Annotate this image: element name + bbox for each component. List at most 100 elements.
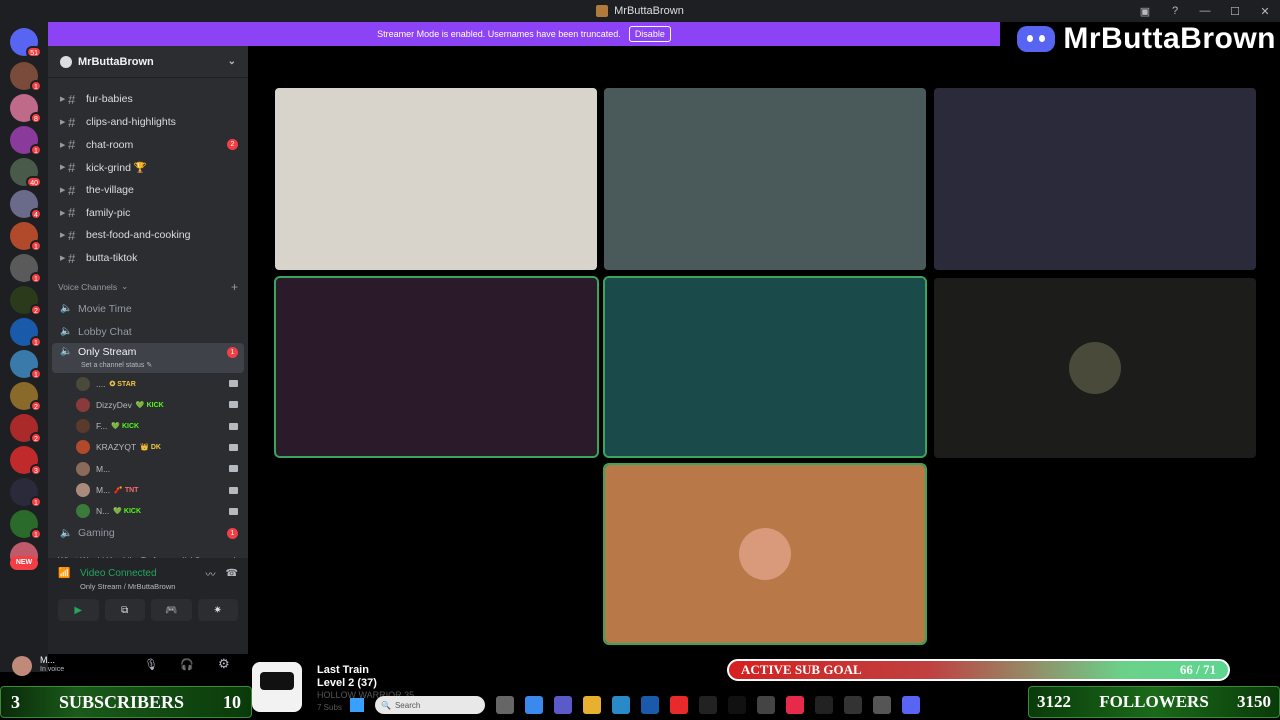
server-icon[interactable]: 8 [10,94,42,124]
minimize-button[interactable]: — [1190,5,1220,17]
server-icon[interactable]: 1 [10,222,42,252]
chevron-down-icon[interactable]: ⌄ [228,56,236,67]
video-tile[interactable] [934,278,1256,458]
voice-user[interactable]: M... [48,458,248,479]
caret-right-icon: ▶ [60,255,66,263]
windows-start-icon[interactable] [350,698,364,712]
voice-user[interactable]: N... 💚 KICK [48,501,248,522]
taskbar-app-icon[interactable] [699,696,717,714]
maximize-button[interactable]: ☐ [1220,5,1250,18]
video-tile[interactable] [274,276,599,458]
server-icon[interactable]: 1 [10,350,42,380]
text-channel[interactable]: ▶ # the-village [48,179,248,202]
text-channel[interactable]: ▶ # clips-and-highlights [48,111,248,134]
taskbar-app-icon[interactable] [641,696,659,714]
tiktok-icon[interactable] [728,696,746,714]
camera-button[interactable]: ▶ [58,599,99,621]
voice-user-name: .... [96,378,106,389]
taskbar-app-icon[interactable] [815,696,833,714]
help-icon[interactable]: ? [1160,5,1190,17]
channel-label: chat-room [86,138,134,151]
server-icon[interactable]: 1 [10,254,42,284]
video-tile[interactable] [275,88,597,270]
discord-icon[interactable] [902,696,920,714]
taskbar-app-icon[interactable] [554,696,572,714]
server-icon[interactable]: 40 [10,158,42,188]
activity-button[interactable]: 🎮 [151,599,192,621]
noise-suppression-icon[interactable]: 〰 [206,566,216,581]
server-icon[interactable]: 1 [10,478,42,508]
voice-user[interactable]: M... 🧨 TNT [48,479,248,500]
server-icon[interactable]: 4 [10,190,42,220]
voice-channel-lobby[interactable]: 🔈 Lobby Chat [48,320,248,343]
text-channel[interactable]: ▶ # butta-tiktok [48,247,248,270]
voice-user[interactable]: F... 💚 KICK [48,415,248,436]
voice-user-name: N... [96,506,110,517]
hash-icon: # [68,114,76,130]
video-icon [229,486,238,494]
headset-icon[interactable]: 🎧 [180,658,194,671]
video-tile[interactable] [603,276,927,458]
voice-user[interactable]: DizzyDev 💚 KICK [48,394,248,415]
close-button[interactable]: ✕ [1250,5,1280,18]
disconnect-icon[interactable]: ☎ [226,568,238,579]
avatar [76,504,90,519]
server-badge: 1 [30,272,42,284]
server-badge: 4 [30,208,42,220]
server-icon[interactable]: 3 [10,446,42,476]
server-icon[interactable]: 1 [10,126,42,156]
server-icon[interactable]: 2 [10,286,42,316]
server-icon[interactable]: 2 [10,382,42,412]
taskbar-app-icon[interactable] [525,696,543,714]
voice-channel-gaming[interactable]: 🔈 Gaming 1 [48,522,248,545]
user-tag: 💚 KICK [111,423,140,431]
taskbar-app-icon[interactable] [496,696,514,714]
app-root: MrButtaBrown ▣ ? — ☐ ✕ Streamer Mode is … [0,0,1280,720]
followers-goal: 3150 [1237,692,1271,711]
disable-button[interactable]: Disable [628,26,671,42]
server-icon[interactable]: 1 [10,510,42,540]
followers-current: 3122 [1037,692,1071,711]
video-tile[interactable] [934,88,1256,270]
home-button[interactable]: 51 [10,28,42,58]
server-header[interactable]: MrButtaBrown ⌄ [48,46,248,78]
taskbar-app-icon[interactable] [612,696,630,714]
voice-channel-movie[interactable]: 🔈 Movie Time [48,298,248,321]
taskbar-search[interactable]: 🔍 Search [375,696,485,714]
avatar[interactable] [12,656,32,676]
soundboard-button[interactable]: ✷ [197,599,238,621]
voice-user[interactable]: .... ✪ STAR [48,373,248,394]
mic-icon[interactable]: 🎙 [144,658,158,671]
video-tile[interactable] [604,88,926,270]
taskbar-app-icon[interactable] [786,696,804,714]
channel-label: clips-and-highlights [86,116,176,129]
voice-user-name: F... [96,421,108,432]
channel-status-input[interactable]: Set a channel status ✎ [81,361,152,369]
text-channel[interactable]: ▶ # family-pic [48,201,248,224]
server-icon[interactable]: 1 [10,62,42,92]
signal-icon[interactable]: 📶 [58,568,72,579]
youtube-icon[interactable] [670,696,688,714]
video-tile[interactable] [603,463,927,645]
text-channel[interactable]: ▶ # best-food-and-cooking [48,224,248,247]
server-rail: 51 1 8 1 40 4 1 1 2 1 1 2 2 3 1 1 NEW [0,22,48,672]
taskbar-app-icon[interactable] [873,696,891,714]
taskbar-app-icon[interactable] [844,696,862,714]
taskbar-app-icon[interactable] [757,696,775,714]
folder-icon[interactable] [583,696,601,714]
text-channel[interactable]: ▶ # kick-grind 🏆 [48,156,248,179]
gear-icon[interactable]: ⚙ [218,656,230,672]
server-icon[interactable]: 2 [10,414,42,444]
inbox-icon[interactable]: ▣ [1130,5,1160,18]
voice-channel-only-stream[interactable]: 🔈 Only Stream Set a channel status ✎ 1 [52,342,244,373]
voice-user[interactable]: KRAZYQT 👑 DK [48,437,248,458]
add-channel-icon[interactable]: + [231,280,238,294]
text-channel[interactable]: ▶ # fur-babies [48,88,248,111]
server-icon[interactable]: 1 [10,318,42,348]
server-badge: 1 [30,240,42,252]
voice-channel-label: Lobby Chat [78,325,132,338]
voice-category[interactable]: Voice Channels ⌄ + [48,276,248,298]
screen-share-button[interactable]: ⧉ [104,599,145,621]
voice-status-text: Video Connected [80,568,157,579]
text-channel[interactable]: ▶ # chat-room 2 [48,133,248,156]
